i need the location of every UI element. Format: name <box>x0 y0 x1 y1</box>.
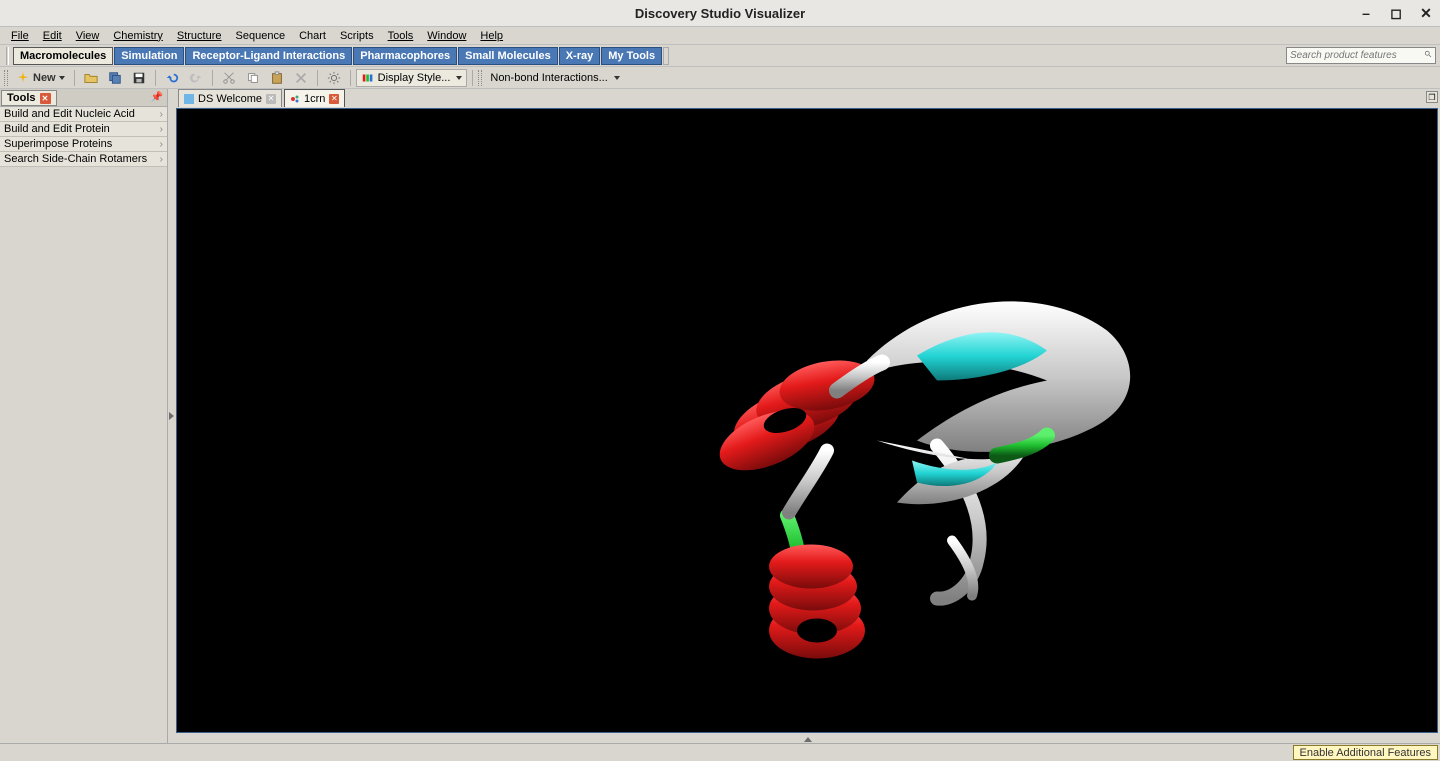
close-icon[interactable]: ✕ <box>329 94 339 104</box>
minimize-button[interactable]: – <box>1358 5 1374 21</box>
scissors-icon <box>222 71 236 85</box>
chevron-up-icon <box>804 737 812 742</box>
vertical-splitter[interactable] <box>168 89 175 743</box>
tab-ds-welcome[interactable]: DS Welcome ✕ <box>178 89 282 107</box>
toolbar-grip-icon <box>4 70 8 86</box>
sidebar-item-superimpose[interactable]: Superimpose Proteins <box>0 137 167 152</box>
menu-file[interactable]: File <box>4 29 36 43</box>
document-tabs: DS Welcome ✕ 1crn ✕ ❐ <box>175 89 1440 107</box>
delete-button[interactable] <box>290 69 312 87</box>
toolbar: New Display Style... Non-bond Interactio… <box>0 67 1440 89</box>
close-icon[interactable]: ✕ <box>40 93 51 104</box>
status-bar: Enable Additional Features <box>0 743 1440 761</box>
sidebar-item-rotamers[interactable]: Search Side-Chain Rotamers <box>0 152 167 167</box>
search-box[interactable] <box>1286 47 1436 64</box>
document-area: DS Welcome ✕ 1crn ✕ ❐ <box>175 89 1440 743</box>
open-button[interactable] <box>80 69 102 87</box>
menu-bar: File Edit View Chemistry Structure Seque… <box>0 27 1440 45</box>
module-tab-xray[interactable]: X-ray <box>559 47 601 65</box>
chevron-down-icon <box>614 76 620 80</box>
enable-features-button[interactable]: Enable Additional Features <box>1293 745 1438 760</box>
close-icon[interactable]: ✕ <box>266 94 276 104</box>
module-tab-overflow <box>663 47 669 65</box>
welcome-icon <box>184 94 194 104</box>
settings-button[interactable] <box>323 69 345 87</box>
menu-view[interactable]: View <box>69 29 107 43</box>
menu-window[interactable]: Window <box>420 29 473 43</box>
copy-button[interactable] <box>242 69 264 87</box>
menu-tools[interactable]: Tools <box>381 29 421 43</box>
module-bar: Macromolecules Simulation Receptor-Ligan… <box>0 45 1440 67</box>
sidebar-header: Tools ✕ 📌 <box>0 89 167 107</box>
menu-chart[interactable]: Chart <box>292 29 333 43</box>
sidebar-item-protein[interactable]: Build and Edit Protein <box>0 122 167 137</box>
separator <box>472 70 473 86</box>
menu-scripts[interactable]: Scripts <box>333 29 381 43</box>
close-button[interactable]: ✕ <box>1418 5 1434 21</box>
undo-icon <box>165 71 179 85</box>
menu-chemistry[interactable]: Chemistry <box>106 29 170 43</box>
restore-window-icon[interactable]: ❐ <box>1426 91 1438 103</box>
gear-icon <box>327 71 341 85</box>
molecule-viewport[interactable] <box>176 108 1438 733</box>
tools-sidebar: Tools ✕ 📌 Build and Edit Nucleic Acid Bu… <box>0 89 168 743</box>
save-all-button[interactable] <box>104 69 126 87</box>
save-icon <box>132 71 146 85</box>
menu-structure[interactable]: Structure <box>170 29 229 43</box>
delete-icon <box>294 71 308 85</box>
sidebar-item-nucleic-acid[interactable]: Build and Edit Nucleic Acid <box>0 107 167 122</box>
display-style-dropdown[interactable]: Display Style... <box>356 69 468 87</box>
protein-ribbon-render <box>177 109 1437 732</box>
separator <box>155 70 156 86</box>
main-area: Tools ✕ 📌 Build and Edit Nucleic Acid Bu… <box>0 89 1440 743</box>
chevron-right-icon <box>169 412 174 420</box>
paste-button[interactable] <box>266 69 288 87</box>
copy-icon <box>246 71 260 85</box>
toolbar-grip-icon <box>478 70 482 86</box>
module-tab-macromolecules[interactable]: Macromolecules <box>13 47 113 65</box>
undo-button[interactable] <box>161 69 183 87</box>
module-tab-receptor-ligand[interactable]: Receptor-Ligand Interactions <box>185 47 352 65</box>
viewport-container <box>175 107 1440 735</box>
new-button[interactable]: New <box>12 69 69 87</box>
cut-button[interactable] <box>218 69 240 87</box>
folder-open-icon <box>84 71 98 85</box>
window-controls: – ◻ ✕ <box>1358 0 1434 26</box>
menu-edit[interactable]: Edit <box>36 29 69 43</box>
clipboard-icon <box>270 71 284 85</box>
maximize-button[interactable]: ◻ <box>1388 5 1404 21</box>
module-tab-small-molecules[interactable]: Small Molecules <box>458 47 558 65</box>
save-multi-icon <box>108 71 122 85</box>
module-tab-my-tools[interactable]: My Tools <box>601 47 662 65</box>
redo-button[interactable] <box>185 69 207 87</box>
grip-icon <box>6 47 9 65</box>
search-input[interactable] <box>1290 50 1424 61</box>
chevron-down-icon <box>456 76 462 80</box>
search-icon[interactable] <box>1424 49 1432 63</box>
pin-icon[interactable]: 📌 <box>151 92 163 103</box>
molecule-icon <box>290 94 300 104</box>
sparkle-icon <box>16 71 30 85</box>
save-button[interactable] <box>128 69 150 87</box>
tab-1crn[interactable]: 1crn ✕ <box>284 89 345 107</box>
title-bar: Discovery Studio Visualizer – ◻ ✕ <box>0 0 1440 27</box>
module-tab-pharmacophores[interactable]: Pharmacophores <box>353 47 457 65</box>
chevron-down-icon <box>59 76 65 80</box>
palette-icon <box>361 71 375 85</box>
separator <box>74 70 75 86</box>
sidebar-tab-tools[interactable]: Tools ✕ <box>1 90 57 106</box>
separator <box>317 70 318 86</box>
redo-icon <box>189 71 203 85</box>
separator <box>212 70 213 86</box>
menu-help[interactable]: Help <box>473 29 510 43</box>
separator <box>350 70 351 86</box>
window-title: Discovery Studio Visualizer <box>635 6 805 21</box>
nonbond-dropdown[interactable]: Non-bond Interactions... <box>486 69 623 87</box>
menu-sequence[interactable]: Sequence <box>229 29 293 43</box>
module-tab-simulation[interactable]: Simulation <box>114 47 184 65</box>
horizontal-splitter[interactable] <box>175 735 1440 743</box>
